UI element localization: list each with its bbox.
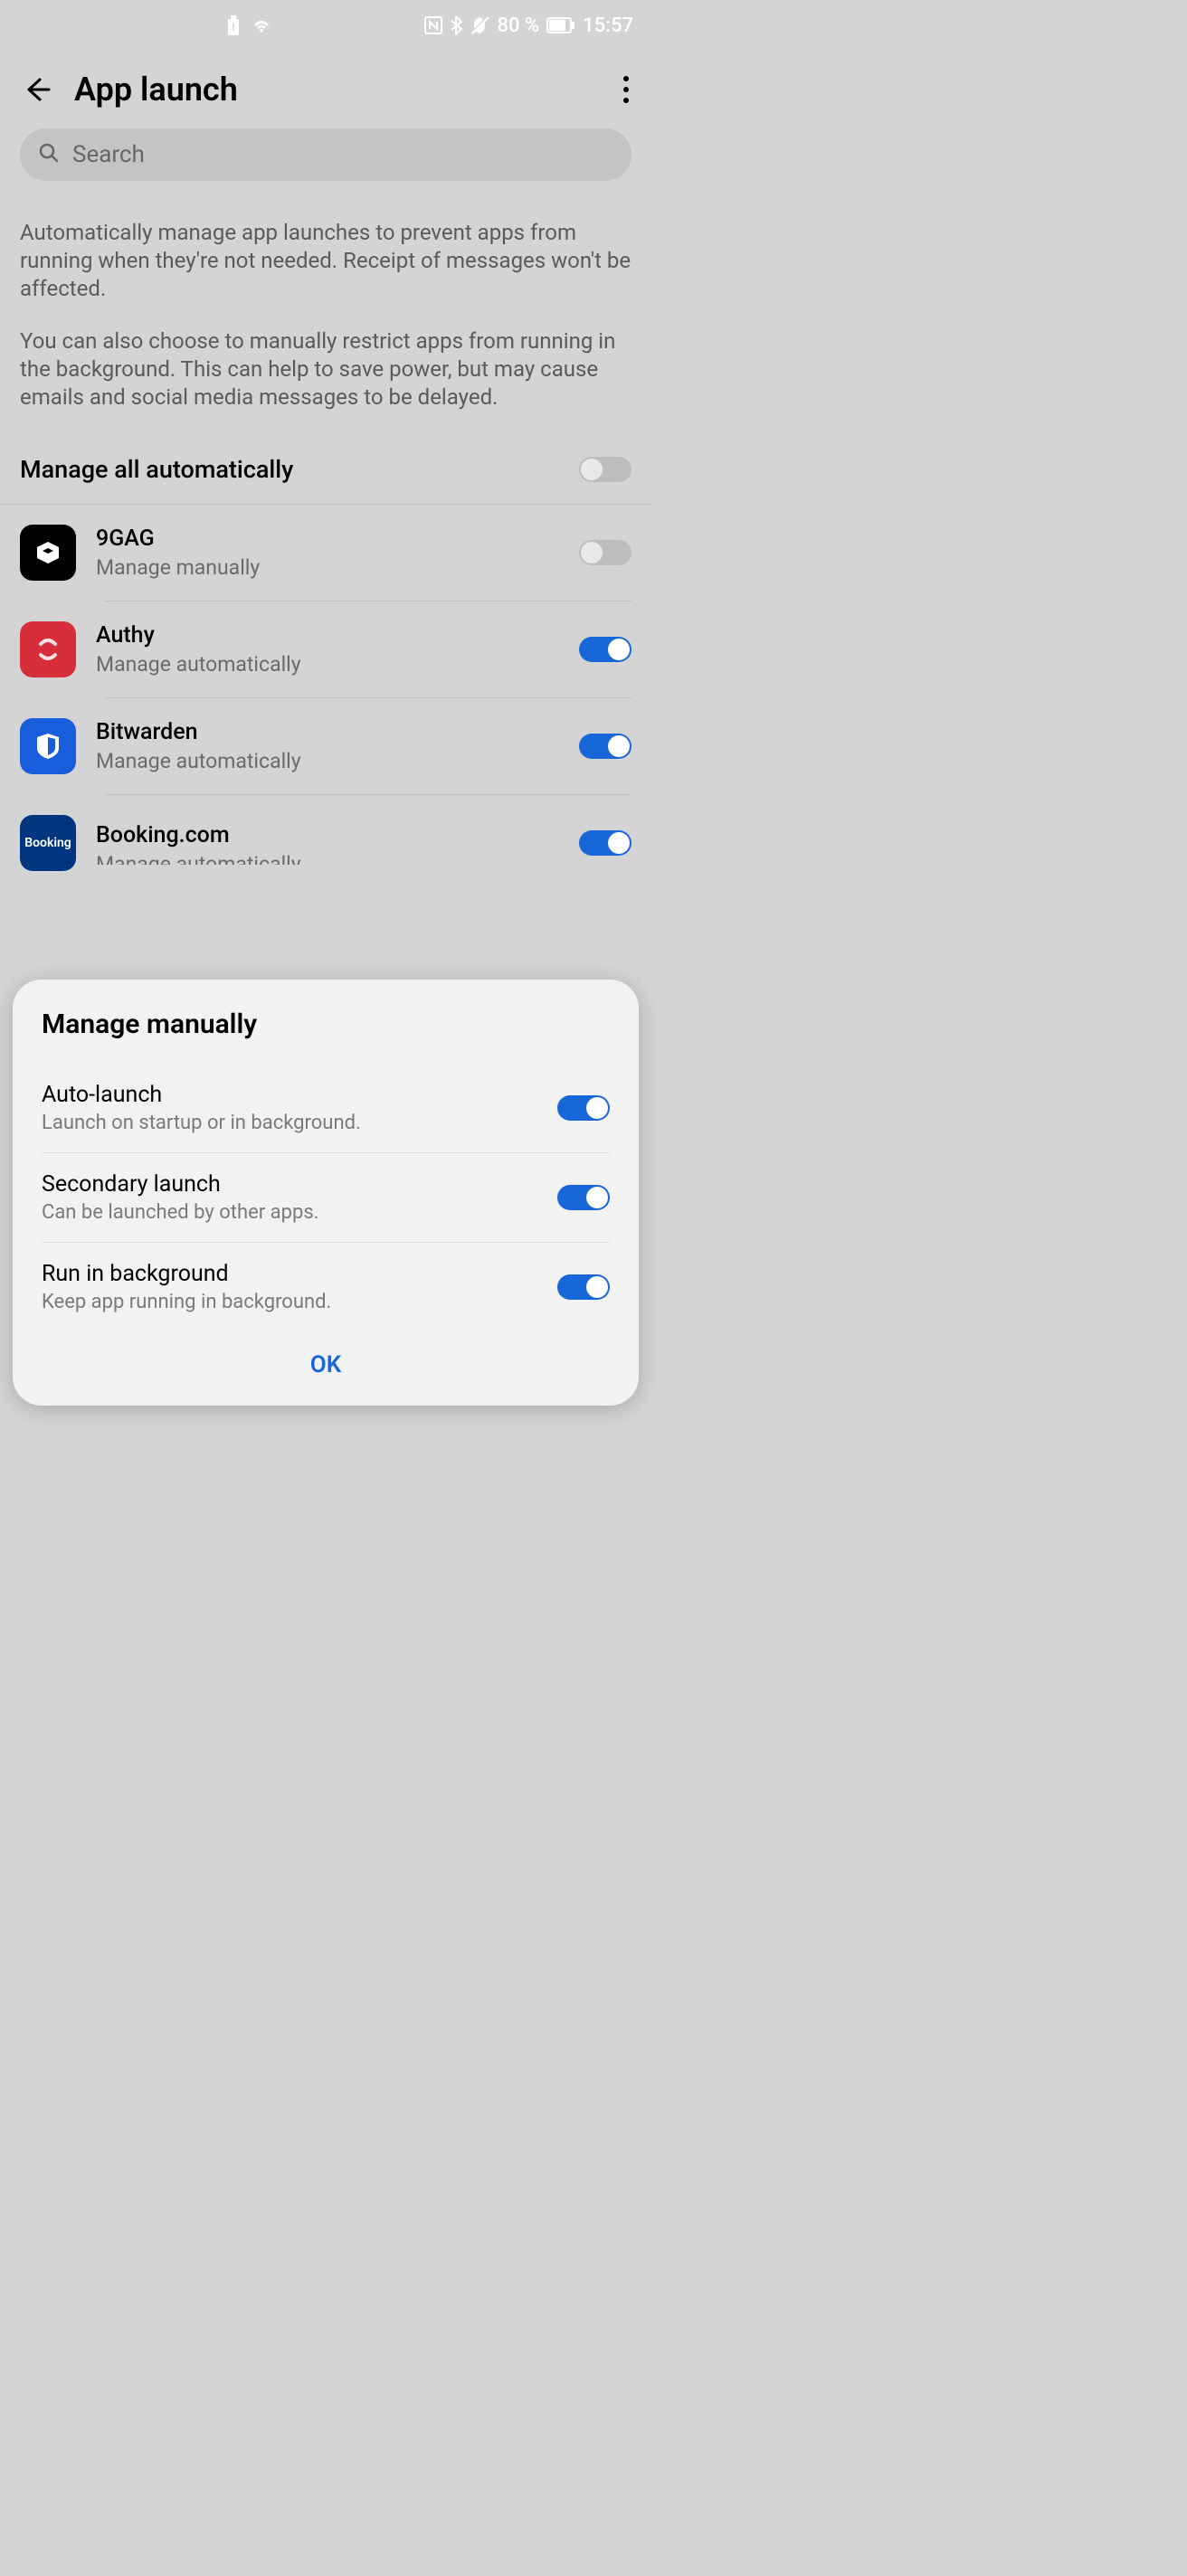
svg-text:!: ! — [233, 21, 235, 33]
app-icon-bitwarden — [20, 718, 76, 774]
app-sub: Manage manually — [96, 555, 559, 580]
description-p1: Automatically manage app launches to pre… — [20, 219, 631, 304]
dialog-sub: Launch on startup or in background. — [42, 1112, 539, 1134]
description-p2: You can also choose to manually restrict… — [20, 327, 631, 412]
dialog-sub: Keep app running in background. — [42, 1291, 539, 1313]
dialog-row-auto-launch[interactable]: Auto-launch Launch on startup or in back… — [13, 1064, 639, 1152]
app-toggle-authy[interactable] — [579, 637, 631, 662]
dialog-row-run-background[interactable]: Run in background Keep app running in ba… — [13, 1243, 639, 1331]
secondary-launch-toggle[interactable] — [557, 1185, 610, 1210]
app-icon-9gag — [20, 525, 76, 581]
screen: ! 80 % 15:57 App lau — [0, 0, 651, 1418]
app-row-authy[interactable]: Authy Manage automatically — [0, 601, 651, 697]
page-title: App launch — [74, 71, 601, 109]
nfc-icon — [424, 16, 442, 34]
dialog-sub: Can be launched by other apps. — [42, 1201, 539, 1224]
manage-manually-dialog: Manage manually Auto-launch Launch on st… — [13, 980, 639, 1406]
bluetooth-icon — [450, 15, 462, 35]
dialog-row-secondary-launch[interactable]: Secondary launch Can be launched by othe… — [13, 1153, 639, 1242]
manage-all-label: Manage all automatically — [20, 455, 579, 484]
app-icon-authy — [20, 621, 76, 677]
app-toggle-bitwarden[interactable] — [579, 734, 631, 759]
app-name: Bitwarden — [96, 719, 559, 745]
app-row-bitwarden[interactable]: Bitwarden Manage automatically — [0, 698, 651, 794]
more-icon[interactable] — [622, 75, 630, 104]
dialog-label: Auto-launch — [42, 1082, 539, 1108]
search-input[interactable]: Search — [20, 128, 631, 181]
battery-percent: 80 % — [497, 14, 539, 37]
dialog-title: Manage manually — [13, 1009, 639, 1064]
app-row-9gag[interactable]: 9GAG Manage manually — [0, 505, 651, 601]
run-background-toggle[interactable] — [557, 1274, 610, 1300]
dialog-label: Secondary launch — [42, 1171, 539, 1198]
app-sub: Manage automatically — [96, 852, 559, 865]
app-icon-booking: Booking — [20, 815, 76, 871]
battery-icon — [546, 17, 575, 33]
manage-all-toggle[interactable] — [579, 457, 631, 482]
warning-icon: ! — [225, 15, 242, 35]
status-bar: ! 80 % 15:57 — [0, 0, 651, 51]
app-toggle-9gag[interactable] — [579, 540, 631, 565]
search-placeholder: Search — [72, 141, 145, 168]
auto-launch-toggle[interactable] — [557, 1095, 610, 1121]
clock: 15:57 — [583, 14, 633, 37]
app-sub: Manage automatically — [96, 652, 559, 677]
app-list: 9GAG Manage manually Authy Manage automa… — [0, 505, 651, 878]
wifi-icon — [251, 16, 272, 34]
mute-icon — [470, 15, 489, 35]
manage-all-row[interactable]: Manage all automatically — [0, 435, 651, 505]
search-icon — [38, 142, 60, 167]
app-sub: Manage automatically — [96, 749, 559, 773]
description: Automatically manage app launches to pre… — [0, 197, 651, 412]
back-icon[interactable] — [22, 74, 52, 105]
dialog-label: Run in background — [42, 1261, 539, 1287]
app-row-booking[interactable]: Booking Booking.com Manage automatically — [0, 795, 651, 878]
app-name: 9GAG — [96, 526, 559, 552]
app-name: Booking.com — [96, 822, 559, 848]
header: App launch — [0, 51, 651, 128]
app-toggle-booking[interactable] — [579, 830, 631, 856]
app-name: Authy — [96, 622, 559, 649]
ok-button[interactable]: OK — [13, 1331, 639, 1387]
